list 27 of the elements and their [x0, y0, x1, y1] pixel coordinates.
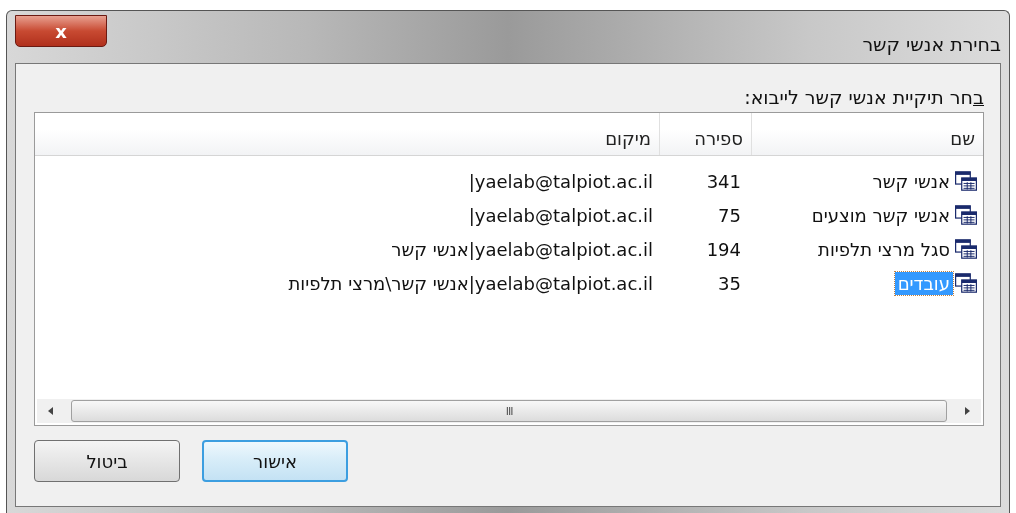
grip-mark: III: [505, 404, 513, 418]
dialog-button[interactable]: אישור: [202, 440, 348, 482]
location-cell: yaelab@talpiot.ac.il|: [468, 170, 653, 192]
prompt-label: בחר תיקיית אנשי קשר לייבוא:: [743, 86, 984, 108]
count-cell: 35: [718, 272, 741, 294]
column-header[interactable]: ספירה: [659, 113, 751, 155]
window-title: בחירת אנשי קשר: [862, 33, 1001, 55]
scroll-left-icon[interactable]: [47, 406, 55, 416]
location-cell: yaelab@talpiot.ac.il|אנשי קשר: [391, 238, 653, 260]
column-header[interactable]: מיקום: [35, 113, 659, 155]
count-cell: 194: [706, 238, 741, 260]
folder-name: סגל מרצי תלפיות: [817, 237, 951, 261]
table-icon: [955, 171, 977, 191]
table-icon: [955, 205, 977, 225]
dialog-button[interactable]: ביטול: [34, 440, 180, 482]
close-button[interactable]: x: [15, 15, 107, 47]
table-icon: [955, 273, 977, 293]
folder-name: עובדים: [894, 271, 953, 295]
folder-name: אנשי קשר מוצעים: [810, 203, 951, 227]
folder-name: אנשי קשר: [871, 169, 951, 193]
location-cell: yaelab@talpiot.ac.il|: [468, 204, 653, 226]
column-header[interactable]: שם: [751, 113, 983, 155]
table-icon: [955, 239, 977, 259]
scroll-right-icon[interactable]: [963, 406, 971, 416]
location-cell: yaelab@talpiot.ac.il|אנשי קשר\מרצי תלפיות: [288, 272, 653, 294]
count-cell: 341: [706, 170, 741, 192]
count-cell: 75: [718, 204, 741, 226]
